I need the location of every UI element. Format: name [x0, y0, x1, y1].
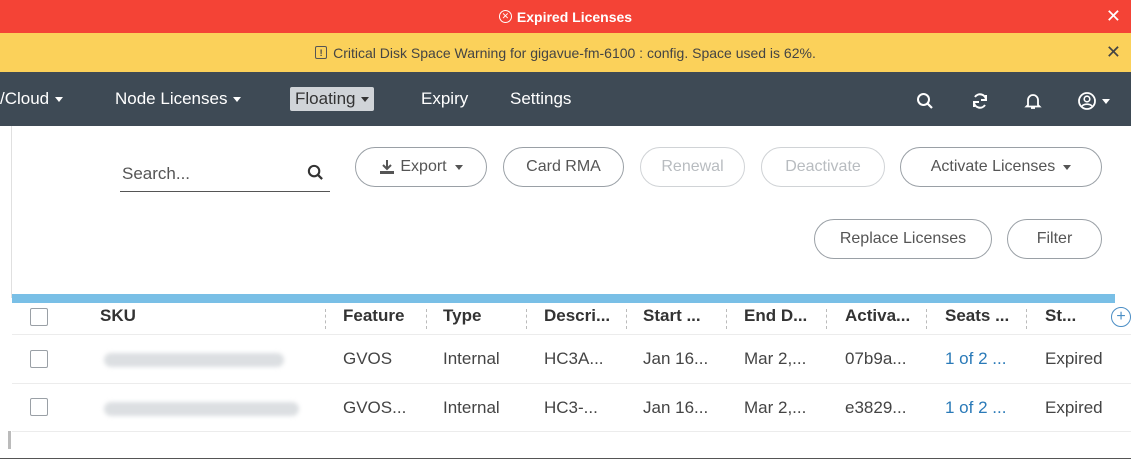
column-header-activation[interactable]: Activa...	[845, 306, 910, 326]
cell-activation: 07b9a...	[845, 349, 907, 368]
nav-item-expiry[interactable]: Expiry	[421, 89, 468, 109]
cell-type: Internal	[443, 349, 500, 368]
column-divider[interactable]	[626, 309, 627, 329]
filter-button[interactable]: Filter	[1007, 219, 1102, 259]
select-all-checkbox[interactable]	[30, 308, 48, 326]
chevron-down-icon	[361, 97, 370, 103]
column-divider[interactable]	[325, 309, 326, 329]
table-row[interactable]: GVOS Internal HC3A... Jan 16... Mar 2,..…	[12, 335, 1131, 383]
cell-start-date: Jan 16...	[643, 349, 709, 368]
cell-status: Expired	[1045, 349, 1103, 368]
search-field[interactable]	[120, 156, 330, 192]
column-header-start-date[interactable]: Start ...	[643, 306, 701, 326]
row-checkbox[interactable]	[30, 350, 48, 368]
column-divider[interactable]	[426, 309, 427, 329]
scrollbar-handle[interactable]	[8, 431, 11, 449]
column-header-status[interactable]: St...	[1045, 306, 1076, 326]
cell-seats-link[interactable]: 1 of 2 ...	[945, 349, 1006, 369]
user-icon[interactable]	[1077, 90, 1119, 112]
expired-licenses-text: Expired Licenses	[516, 8, 633, 25]
disk-space-warning-banner: ! Critical Disk Space Warning for gigavu…	[0, 33, 1131, 72]
nav-item-settings[interactable]: Settings	[510, 89, 571, 109]
column-divider[interactable]	[726, 309, 727, 329]
replace-licenses-button[interactable]: Replace Licenses	[814, 219, 992, 259]
nav-item-node-licenses-label: Node Licenses	[115, 89, 228, 108]
chevron-down-icon	[233, 97, 242, 103]
row-divider	[12, 431, 1131, 432]
row-checkbox[interactable]	[30, 398, 48, 416]
column-divider[interactable]	[926, 309, 927, 329]
search-icon[interactable]	[307, 164, 324, 186]
close-expired-banner-icon[interactable]: ✕	[1106, 6, 1121, 27]
add-column-icon[interactable]: +	[1111, 307, 1131, 327]
expired-licenses-banner[interactable]: ✕ Expired Licenses ✕	[0, 0, 1131, 33]
bell-icon[interactable]	[1022, 90, 1044, 112]
cell-description: HC3-...	[544, 398, 598, 417]
cell-feature: GVOS...	[343, 398, 407, 417]
deactivate-button[interactable]: Deactivate	[761, 147, 885, 187]
nav-item-floating-label: Floating	[295, 89, 356, 108]
column-header-sku[interactable]: SKU	[100, 306, 136, 326]
nav-item-node-licenses[interactable]: Node Licenses	[115, 89, 242, 109]
cell-type: Internal	[443, 398, 500, 417]
card-rma-button[interactable]: Card RMA	[503, 147, 624, 187]
search-icon[interactable]	[914, 90, 936, 112]
chevron-down-icon	[454, 164, 463, 170]
export-label: Export	[400, 158, 447, 175]
chevron-down-icon	[1063, 164, 1072, 170]
left-gutter	[0, 126, 12, 298]
cell-seats-link[interactable]: 1 of 2 ...	[945, 398, 1006, 418]
nav-item-cloud[interactable]: /Cloud	[0, 89, 64, 109]
column-header-feature[interactable]: Feature	[343, 306, 404, 326]
cell-end-date: Mar 2,...	[744, 349, 807, 368]
chevron-down-icon	[1102, 98, 1110, 104]
column-header-end-date[interactable]: End D...	[744, 306, 807, 326]
renewal-button[interactable]: Renewal	[640, 147, 745, 187]
table-header-row: SKU Feature Type Descri... Start ... End…	[12, 303, 1131, 333]
x-circle-icon: ✕	[498, 10, 512, 23]
table-row[interactable]: GVOS... Internal HC3-... Jan 16... Mar 2…	[12, 384, 1131, 432]
disk-space-warning-text: Critical Disk Space Warning for gigavue-…	[333, 44, 816, 61]
cell-start-date: Jan 16...	[643, 398, 709, 417]
redacted-sku	[104, 353, 284, 367]
column-divider[interactable]	[826, 309, 827, 329]
search-input[interactable]	[120, 163, 290, 184]
cell-end-date: Mar 2,...	[744, 398, 807, 417]
cell-activation: e3829...	[845, 398, 907, 417]
nav-item-floating[interactable]: Floating	[290, 87, 375, 111]
cell-status: Expired	[1045, 398, 1103, 417]
redacted-sku	[104, 402, 299, 416]
column-divider[interactable]	[526, 309, 527, 329]
cell-feature: GVOS	[343, 349, 393, 368]
column-divider[interactable]	[1026, 309, 1027, 329]
nav-item-cloud-label: /Cloud	[0, 89, 50, 108]
cell-description: HC3A...	[544, 349, 604, 368]
export-button[interactable]: Export	[355, 147, 487, 187]
download-icon	[380, 160, 395, 174]
column-header-description[interactable]: Descri...	[544, 306, 610, 326]
bottom-border	[0, 458, 1131, 464]
refresh-icon[interactable]	[969, 90, 991, 112]
column-header-seats[interactable]: Seats ...	[945, 306, 1009, 326]
chevron-down-icon	[55, 97, 64, 103]
warning-box-icon: !	[315, 46, 328, 59]
activate-licenses-button[interactable]: Activate Licenses	[900, 147, 1102, 187]
column-header-type[interactable]: Type	[443, 306, 481, 326]
table-accent-bar	[12, 294, 1115, 303]
close-warning-banner-icon[interactable]: ✕	[1106, 42, 1121, 63]
activate-licenses-label: Activate Licenses	[930, 158, 1056, 175]
